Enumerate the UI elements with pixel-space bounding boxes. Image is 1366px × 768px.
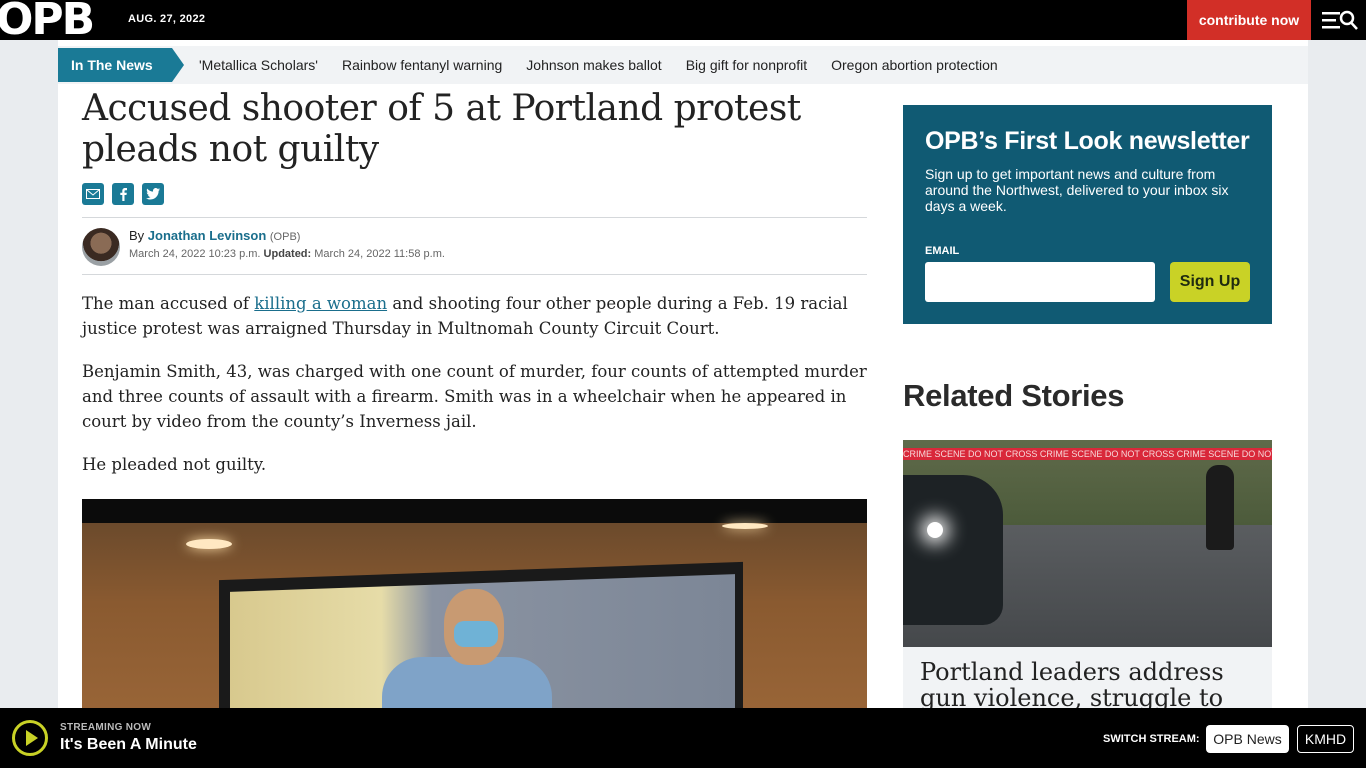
byline-divider-top (82, 217, 867, 218)
related-stories-heading: Related Stories (903, 378, 1125, 413)
stream-kmhd-button[interactable]: KMHD (1297, 725, 1354, 753)
top-bar: OPB AUG. 27, 2022 contribute now (0, 0, 1366, 45)
now-playing-title: It's Been A Minute (60, 736, 197, 753)
news-link[interactable]: Johnson makes ballot (526, 57, 661, 73)
facebook-share-icon[interactable] (112, 183, 134, 205)
article-paragraph: Benjamin Smith, 43, was charged with one… (82, 362, 867, 431)
paragraph-text: The man accused of (82, 294, 250, 313)
byline: By Jonathan Levinson (OPB) (129, 228, 300, 243)
in-the-news-bar: In The News 'Metallica Scholars' Rainbow… (58, 46, 1308, 84)
twitter-share-icon[interactable] (142, 183, 164, 205)
article-dates: March 24, 2022 10:23 p.m. Updated: March… (129, 248, 445, 260)
newsletter-description: Sign up to get important news and cultur… (925, 166, 1229, 214)
related-story-card[interactable]: Portland leaders address gun violence, s… (903, 647, 1272, 737)
email-field[interactable] (925, 262, 1155, 302)
article-paragraph: He pleaded not guilty. (82, 455, 267, 474)
published-date: March 24, 2022 10:23 p.m. (129, 248, 261, 260)
author-link[interactable]: Jonathan Levinson (148, 228, 266, 243)
updated-date: March 24, 2022 11:58 p.m. (314, 248, 445, 260)
byline-divider-bottom (82, 274, 867, 275)
killing-a-woman-link[interactable]: killing a woman (254, 294, 387, 313)
article-paragraph: The man accused of killing a woman and s… (82, 291, 867, 341)
newsletter-signup: OPB’s First Look newsletter Sign up to g… (903, 105, 1272, 324)
email-label: EMAIL (925, 245, 960, 257)
author-avatar (82, 228, 120, 266)
in-the-news-label: In The News (58, 48, 184, 82)
streaming-player: STREAMING NOW It's Been A Minute SWITCH … (0, 708, 1366, 768)
logo-text: OPB (0, 0, 95, 45)
crime-scene-tape: CRIME SCENE DO NOT CROSS CRIME SCENE DO … (903, 448, 1272, 460)
news-link[interactable]: Rainbow fentanyl warning (342, 57, 502, 73)
switch-stream-label: SWITCH STREAM: (1103, 733, 1200, 745)
article-photo (82, 499, 867, 710)
updated-label: Updated: (263, 248, 312, 260)
news-link[interactable]: 'Metallica Scholars' (199, 57, 318, 73)
news-link[interactable]: Big gift for nonprofit (686, 57, 807, 73)
opb-logo[interactable]: OPB (0, 0, 95, 45)
article-headline: Accused shooter of 5 at Portland protest… (82, 88, 801, 170)
email-share-icon[interactable] (82, 183, 104, 205)
news-links: 'Metallica Scholars' Rainbow fentanyl wa… (199, 46, 998, 84)
sign-up-button[interactable]: Sign Up (1170, 262, 1250, 302)
streaming-now-label: STREAMING NOW (60, 722, 152, 733)
newsletter-title: OPB’s First Look newsletter (925, 127, 1250, 155)
author-org: (OPB) (269, 231, 301, 243)
menu-search-button[interactable] (1320, 8, 1360, 32)
byline-prefix: By (129, 228, 145, 243)
related-story-image[interactable]: CRIME SCENE DO NOT CROSS CRIME SCENE DO … (903, 440, 1272, 647)
play-icon[interactable] (12, 720, 48, 756)
news-link[interactable]: Oregon abortion protection (831, 57, 998, 73)
current-date: AUG. 27, 2022 (128, 13, 206, 25)
menu-search-icon (1322, 10, 1358, 30)
share-buttons (82, 183, 164, 205)
contribute-button[interactable]: contribute now (1187, 0, 1311, 40)
stream-opb-news-button[interactable]: OPB News (1206, 725, 1289, 753)
